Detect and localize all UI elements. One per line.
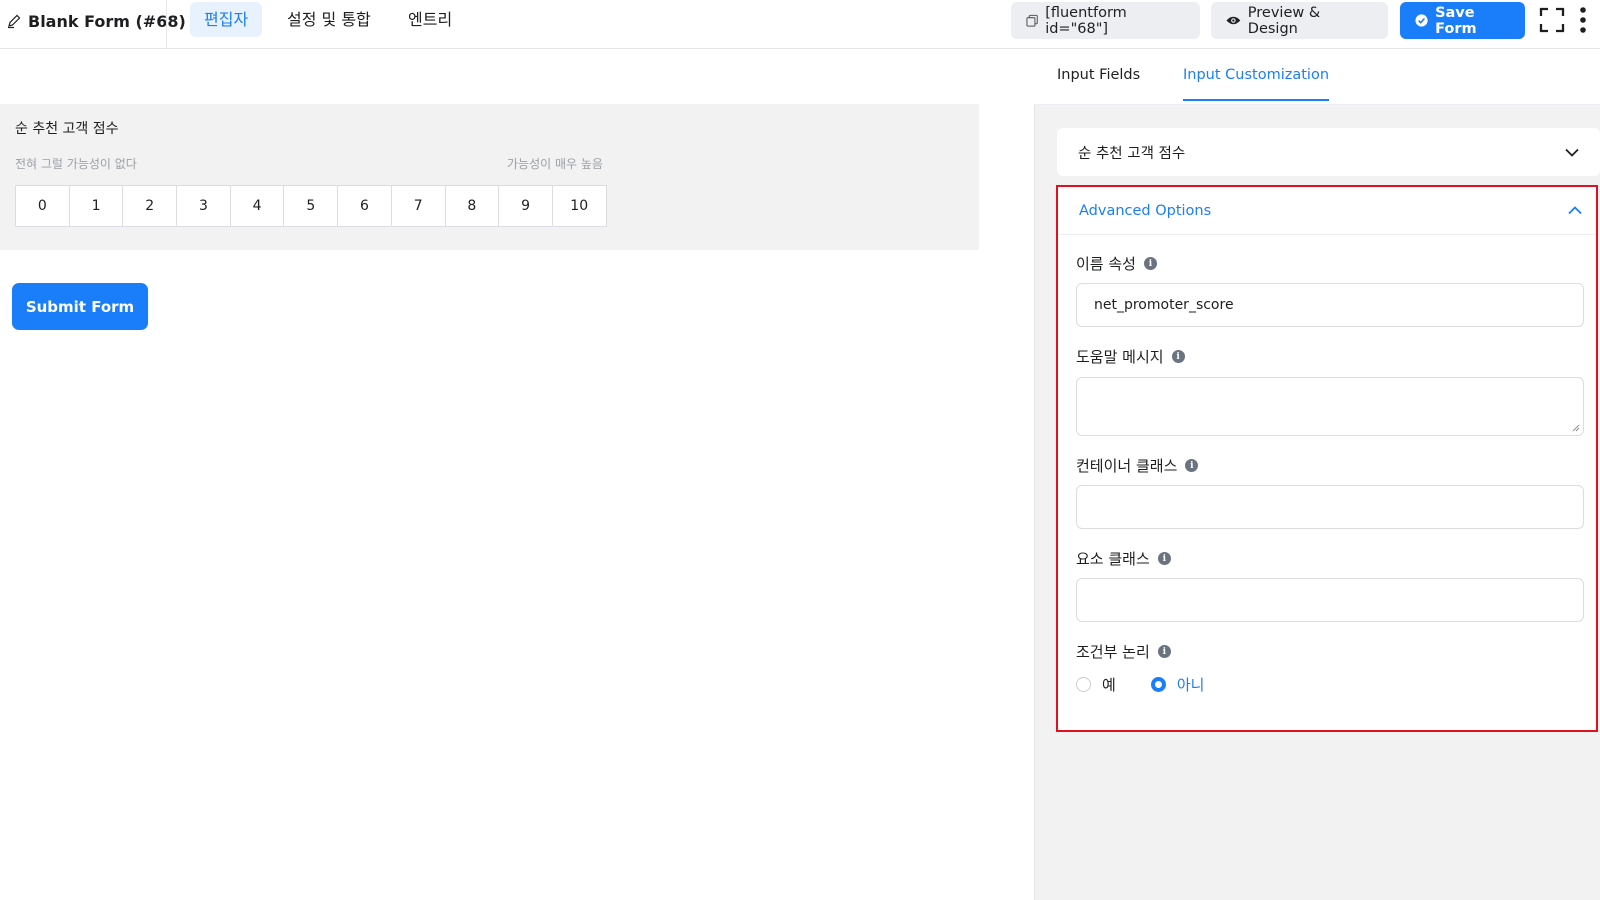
advanced-options-title: Advanced Options — [1079, 202, 1212, 219]
eye-icon — [1226, 16, 1241, 25]
shortcode-text: [fluentform id="68"] — [1045, 4, 1127, 37]
resize-grip-icon[interactable] — [1572, 424, 1580, 432]
info-icon[interactable]: i — [1143, 257, 1157, 270]
nps-min-label: 전혀 그럴 가능성이 없다 — [15, 157, 137, 171]
radio-no[interactable] — [1150, 677, 1166, 692]
info-icon[interactable]: i — [1171, 350, 1185, 363]
nps-option-5[interactable]: 5 — [283, 185, 339, 227]
chevron-up-icon — [1568, 206, 1582, 215]
radio-no-label[interactable]: 아니 — [1177, 674, 1205, 695]
help-message-label: 도움말 메시지 i — [1076, 346, 1185, 367]
nps-field-preview[interactable] — [0, 104, 979, 250]
name-attribute-text: 이름 속성 — [1076, 255, 1136, 273]
nps-max-label: 가능성이 매우 높음 — [507, 157, 603, 171]
tab-settings-integrations[interactable]: 설정 및 통합 — [273, 2, 385, 37]
advanced-options-header[interactable]: Advanced Options — [1058, 187, 1596, 235]
nps-option-9[interactable]: 9 — [498, 185, 553, 227]
name-attribute-value: net_promoter_score — [1094, 297, 1234, 313]
field-accordion-title: 순 추천 고객 점수 — [1078, 145, 1186, 162]
field-accordion-header[interactable]: 순 추천 고객 점수 — [1057, 128, 1600, 176]
help-message-text: 도움말 메시지 — [1076, 348, 1164, 366]
save-form-button[interactable]: Save Form — [1400, 2, 1525, 39]
nps-option-4[interactable]: 4 — [229, 185, 285, 227]
element-class-input[interactable] — [1076, 578, 1584, 622]
nps-field-label: 순 추천 고객 점수 — [15, 121, 119, 137]
nps-option-10[interactable]: 10 — [551, 185, 607, 227]
container-class-input[interactable] — [1076, 485, 1584, 529]
conditional-logic-text: 조건부 논리 — [1076, 643, 1150, 661]
top-bar: Blank Form (#68) 편집자 설정 및 통합 엔트리 [fluent… — [0, 0, 1600, 49]
save-form-label: Save Form — [1435, 4, 1477, 37]
help-message-textarea[interactable] — [1076, 377, 1584, 436]
info-icon[interactable]: i — [1157, 552, 1171, 565]
radio-yes[interactable] — [1076, 677, 1091, 692]
tab-input-customization[interactable]: Input Customization — [1183, 67, 1330, 101]
nps-option-3[interactable]: 3 — [176, 185, 231, 227]
container-class-label: 컨테이너 클래스 i — [1076, 455, 1199, 476]
nps-option-8[interactable]: 8 — [444, 185, 500, 227]
check-circle-icon — [1415, 14, 1428, 27]
copy-icon — [1026, 14, 1038, 27]
info-icon[interactable]: i — [1185, 459, 1199, 472]
chevron-down-icon — [1565, 148, 1579, 157]
nps-option-0[interactable]: 0 — [15, 185, 70, 227]
tab-editor[interactable]: 편집자 — [190, 2, 263, 37]
submit-form-button[interactable]: Submit Form — [12, 283, 148, 330]
tab-input-fields[interactable]: Input Fields — [1057, 67, 1140, 99]
info-icon[interactable]: i — [1157, 645, 1171, 658]
form-title: Blank Form (#68) — [6, 10, 186, 32]
fullscreen-icon — [1539, 7, 1565, 33]
name-attribute-label: 이름 속성 i — [1076, 253, 1157, 274]
nps-option-2[interactable]: 2 — [122, 185, 178, 227]
preview-design-label: Preview & Design — [1247, 4, 1321, 37]
fullscreen-button[interactable] — [1536, 4, 1568, 36]
advanced-options-panel: Advanced Options 이름 속성 i net_promoter_sc… — [1056, 185, 1598, 732]
tab-entries[interactable]: 엔트리 — [394, 2, 466, 37]
element-class-label: 요소 클래스 i — [1076, 548, 1171, 569]
more-options-button[interactable] — [1569, 4, 1597, 36]
nps-option-6[interactable]: 6 — [337, 185, 392, 227]
container-class-text: 컨테이너 클래스 — [1076, 457, 1178, 475]
more-vertical-icon — [1580, 7, 1586, 33]
preview-design-button[interactable]: Preview & Design — [1211, 2, 1388, 39]
edit-pen-icon — [8, 14, 21, 29]
conditional-logic-radio-group: 예 아니 — [1076, 674, 1204, 695]
nps-scale: 0 1 2 3 4 5 6 7 8 9 10 — [15, 185, 607, 227]
name-attribute-input[interactable]: net_promoter_score — [1076, 283, 1584, 327]
radio-yes-label[interactable]: 예 — [1102, 674, 1116, 695]
title-divider — [166, 0, 167, 48]
nps-option-1[interactable]: 1 — [68, 185, 124, 227]
form-title-text: Blank Form (#68) — [28, 11, 186, 31]
shortcode-button[interactable]: [fluentform id="68"] — [1011, 2, 1200, 39]
conditional-logic-label: 조건부 논리 i — [1076, 641, 1171, 662]
nps-option-7[interactable]: 7 — [390, 185, 446, 227]
element-class-text: 요소 클래스 — [1076, 550, 1150, 568]
